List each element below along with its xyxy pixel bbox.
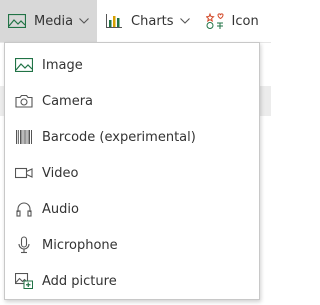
menu-item-camera[interactable]: Camera	[5, 83, 259, 119]
media-label: Media	[34, 13, 74, 29]
menu-item-video[interactable]: Video	[5, 155, 259, 191]
camera-icon	[14, 91, 34, 111]
microphone-icon	[14, 235, 34, 255]
icons-menu-button[interactable]: Icon	[198, 0, 267, 42]
image-icon	[8, 13, 26, 29]
menu-item-label: Image	[42, 57, 83, 73]
media-menu-button[interactable]: Media	[0, 0, 98, 42]
headphones-icon	[14, 199, 34, 219]
ribbon-toolbar: Media Charts Icon	[0, 0, 271, 43]
menu-item-microphone[interactable]: Microphone	[5, 227, 259, 263]
chevron-down-icon	[179, 16, 190, 26]
chevron-down-icon	[79, 16, 89, 26]
charts-label: Charts	[131, 13, 174, 29]
video-icon	[14, 163, 34, 183]
menu-item-label: Microphone	[42, 237, 118, 253]
menu-item-label: Audio	[42, 201, 79, 217]
menu-item-add-picture[interactable]: Add picture	[5, 263, 259, 299]
charts-menu-button[interactable]: Charts	[97, 0, 198, 42]
menu-item-barcode[interactable]: Barcode (experimental)	[5, 119, 259, 155]
icons-icon	[205, 12, 224, 29]
add-picture-icon	[14, 271, 34, 291]
menu-item-audio[interactable]: Audio	[5, 191, 259, 227]
menu-item-label: Video	[42, 165, 79, 181]
bar-chart-icon	[105, 13, 123, 29]
menu-item-label: Add picture	[42, 273, 117, 289]
media-dropdown-menu: Image Camera Barcode (experimental) Vide…	[4, 42, 260, 300]
menu-item-label: Camera	[42, 93, 94, 109]
menu-item-image[interactable]: Image	[5, 47, 259, 83]
image-icon	[14, 55, 34, 75]
icons-label: Icon	[231, 13, 259, 29]
barcode-icon	[14, 127, 34, 147]
menu-item-label: Barcode (experimental)	[42, 129, 196, 145]
